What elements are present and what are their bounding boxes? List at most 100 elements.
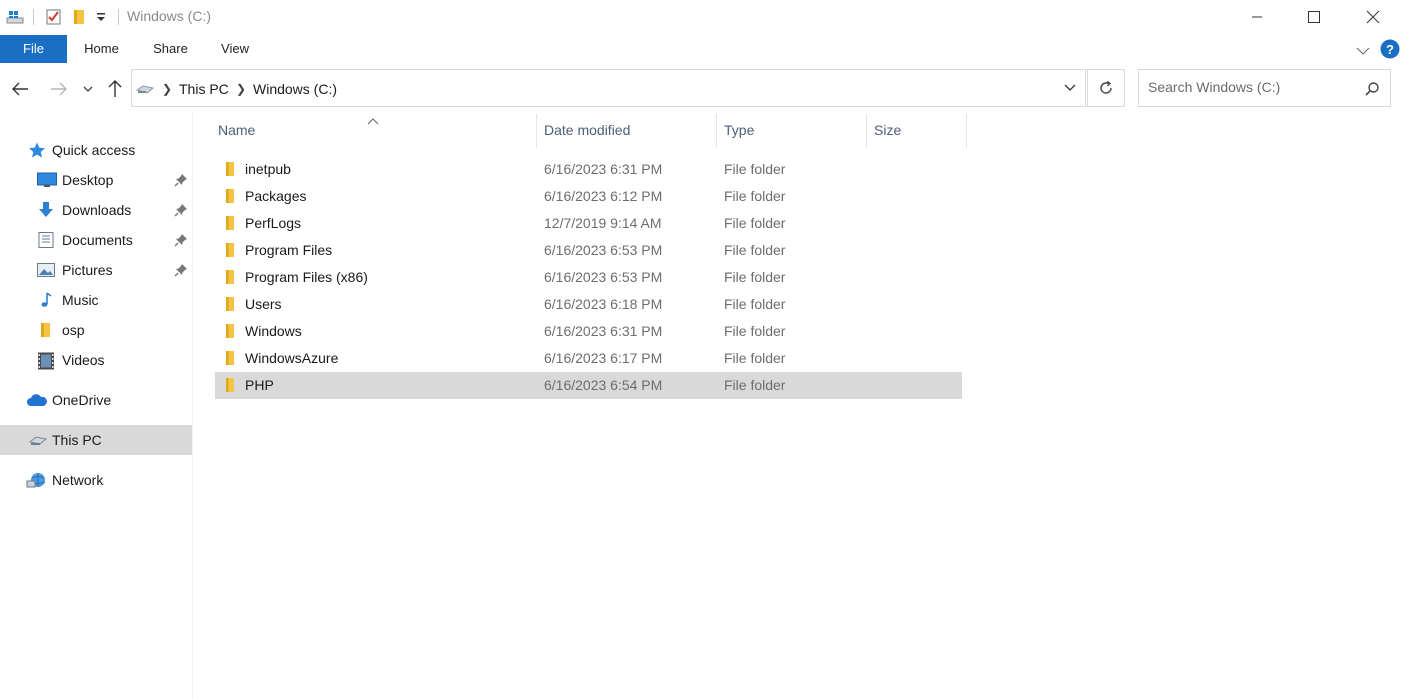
minimize-icon xyxy=(1252,16,1262,18)
ribbon: File Home Share View ? xyxy=(0,35,1402,63)
this-pc-icon xyxy=(135,80,155,99)
nav-this-pc[interactable]: This PC xyxy=(0,425,192,455)
videos-icon xyxy=(37,352,55,370)
forward-button[interactable] xyxy=(47,75,71,103)
address-bar[interactable]: ❯ This PC ❯ Windows (C:) xyxy=(131,69,1086,107)
folder-icon xyxy=(223,216,237,230)
properties-icon[interactable] xyxy=(45,8,63,26)
pin-icon[interactable] xyxy=(174,233,188,247)
file-row[interactable]: Windows 6/16/2023 6:31 PM File folder xyxy=(215,318,962,345)
file-row[interactable]: WindowsAzure 6/16/2023 6:17 PM File fold… xyxy=(215,345,962,372)
pin-icon[interactable] xyxy=(174,173,188,187)
file-type: File folder xyxy=(724,215,786,231)
title-bar: Windows (C:) xyxy=(0,0,1402,34)
chevron-down-icon xyxy=(1356,47,1370,55)
search-input[interactable] xyxy=(1148,79,1348,95)
file-row[interactable]: Program Files 6/16/2023 6:53 PM File fol… xyxy=(215,237,962,264)
file-date-modified: 6/16/2023 6:18 PM xyxy=(544,296,663,312)
search-icon[interactable] xyxy=(1364,81,1380,100)
chevron-down-icon xyxy=(83,86,93,92)
nav-label: OneDrive xyxy=(52,392,112,408)
forward-arrow-icon xyxy=(51,82,67,96)
nav-onedrive[interactable]: OneDrive xyxy=(0,385,192,415)
column-divider[interactable] xyxy=(536,114,537,148)
address-dropdown-button[interactable] xyxy=(1053,69,1086,107)
file-date-modified: 6/16/2023 6:53 PM xyxy=(544,242,663,258)
folder-icon xyxy=(37,322,55,338)
file-row[interactable]: Users 6/16/2023 6:18 PM File folder xyxy=(215,291,962,318)
breadcrumb-windows-c[interactable]: Windows (C:) xyxy=(253,81,337,97)
back-button[interactable] xyxy=(8,75,32,103)
tab-share[interactable]: Share xyxy=(143,35,198,63)
close-button[interactable] xyxy=(1350,0,1396,34)
breadcrumb-separator-icon[interactable]: ❯ xyxy=(162,82,172,96)
nav-label: Pictures xyxy=(62,262,113,278)
folder-icon xyxy=(223,351,237,365)
nav-videos[interactable]: Videos xyxy=(0,345,192,375)
pin-icon[interactable] xyxy=(174,263,188,277)
nav-label: Music xyxy=(62,292,99,308)
nav-network[interactable]: Network xyxy=(0,465,192,495)
file-date-modified: 6/16/2023 6:12 PM xyxy=(544,188,663,204)
up-button[interactable] xyxy=(103,75,127,103)
file-name: Users xyxy=(245,296,282,312)
pictures-icon xyxy=(37,262,55,278)
nav-osp[interactable]: osp xyxy=(0,315,192,345)
file-row[interactable]: PerfLogs 12/7/2019 9:14 AM File folder xyxy=(215,210,962,237)
nav-label: Documents xyxy=(62,232,133,248)
folder-icon xyxy=(223,297,237,311)
column-divider[interactable] xyxy=(866,114,867,148)
search-box[interactable] xyxy=(1138,69,1391,107)
maximize-button[interactable] xyxy=(1291,0,1337,34)
column-header-type[interactable]: Type xyxy=(724,122,754,142)
downloads-icon xyxy=(37,202,55,218)
file-type: File folder xyxy=(724,242,786,258)
column-divider[interactable] xyxy=(966,114,967,148)
recent-locations-button[interactable] xyxy=(78,75,98,103)
column-header-name[interactable]: Name xyxy=(218,122,255,142)
tab-home[interactable]: Home xyxy=(74,35,129,63)
file-row[interactable]: Program Files (x86) 6/16/2023 6:53 PM Fi… xyxy=(215,264,962,291)
tab-view[interactable]: View xyxy=(212,35,258,63)
file-row-selected[interactable]: PHP 6/16/2023 6:54 PM File folder xyxy=(215,372,962,399)
nav-label: osp xyxy=(62,322,85,338)
file-name: WindowsAzure xyxy=(245,350,339,366)
new-folder-icon[interactable] xyxy=(70,8,88,26)
maximize-icon xyxy=(1308,11,1320,23)
drive-icon[interactable] xyxy=(6,8,24,26)
folder-icon xyxy=(223,243,237,257)
file-type: File folder xyxy=(724,323,786,339)
window-title: Windows (C:) xyxy=(127,8,212,24)
minimize-button[interactable] xyxy=(1234,0,1280,34)
breadcrumb-this-pc[interactable]: This PC xyxy=(179,81,229,97)
file-row[interactable]: Packages 6/16/2023 6:12 PM File folder xyxy=(215,183,962,210)
file-date-modified: 6/16/2023 6:54 PM xyxy=(544,377,663,393)
computer-icon xyxy=(28,432,48,448)
file-name: Packages xyxy=(245,188,307,204)
documents-icon xyxy=(37,232,55,248)
nav-downloads[interactable]: Downloads xyxy=(0,195,192,225)
customize-toolbar-icon[interactable] xyxy=(93,8,111,26)
nav-music[interactable]: Music xyxy=(0,285,192,315)
file-type: File folder xyxy=(724,188,786,204)
column-header-date-modified[interactable]: Date modified xyxy=(544,122,630,142)
help-button[interactable]: ? xyxy=(1380,39,1400,62)
column-header-size[interactable]: Size xyxy=(874,122,901,142)
nav-desktop[interactable]: Desktop xyxy=(0,165,192,195)
breadcrumb-separator-icon[interactable]: ❯ xyxy=(236,82,246,96)
nav-pictures[interactable]: Pictures xyxy=(0,255,192,285)
column-divider[interactable] xyxy=(716,114,717,148)
folder-icon xyxy=(223,324,237,338)
file-row[interactable]: inetpub 6/16/2023 6:31 PM File folder xyxy=(215,156,962,183)
expand-ribbon-button[interactable] xyxy=(1356,43,1370,59)
nav-label: Downloads xyxy=(62,202,132,218)
file-name: Program Files (x86) xyxy=(245,269,368,285)
file-type: File folder xyxy=(724,377,786,393)
nav-quick-access[interactable]: Quick access xyxy=(0,135,192,165)
tab-file[interactable]: File xyxy=(0,35,67,63)
nav-label: This PC xyxy=(52,432,102,448)
pin-icon[interactable] xyxy=(174,203,188,217)
file-name: Program Files xyxy=(245,242,333,258)
nav-documents[interactable]: Documents xyxy=(0,225,192,255)
refresh-button[interactable] xyxy=(1087,69,1125,107)
